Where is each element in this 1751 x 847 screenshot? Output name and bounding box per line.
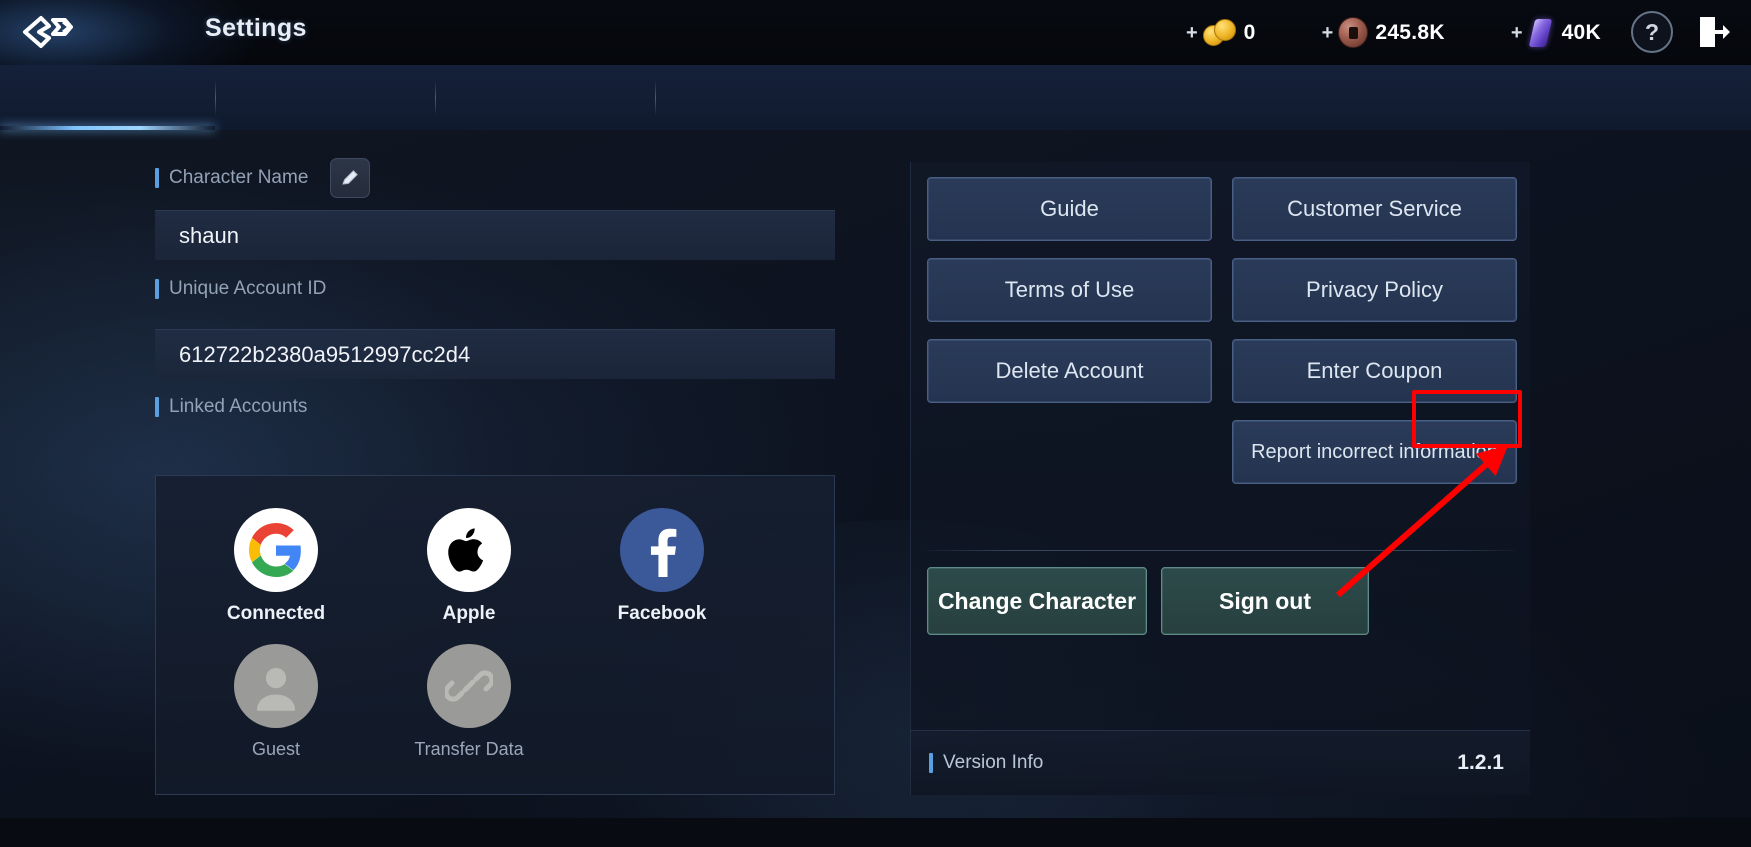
copper-stone-icon xyxy=(1338,17,1369,48)
unique-account-id-value[interactable]: 612722b2380a9512997cc2d4 xyxy=(155,329,835,379)
unique-account-id-label-row: Unique Account ID xyxy=(155,278,326,300)
version-info-value: 1.2.1 xyxy=(1457,751,1504,774)
character-name-label-row: Character Name xyxy=(155,158,371,198)
change-character-button[interactable]: Change Character xyxy=(927,567,1147,635)
coin-amount: 245.8K xyxy=(1375,20,1445,44)
account-details-panel: Character Name shaun Unique Account ID 6… xyxy=(0,130,880,847)
linked-account-guest-caption: Guest xyxy=(251,739,301,759)
tab-bar xyxy=(0,65,1751,130)
version-info-label-row: Version Info xyxy=(929,752,1043,774)
active-tab-underline xyxy=(0,126,215,130)
gold-coin-icon xyxy=(1202,18,1237,48)
linked-accounts-label: Linked Accounts xyxy=(169,396,308,417)
version-info-label: Version Info xyxy=(943,752,1044,773)
linked-accounts-label-row: Linked Accounts xyxy=(155,396,307,418)
currency-gold[interactable]: + 0 xyxy=(1186,0,1256,65)
guest-person-icon xyxy=(234,644,318,728)
coin-plus-label: + xyxy=(1321,21,1334,44)
apple-logo-icon xyxy=(427,508,511,592)
gold-plus-label: + xyxy=(1185,21,1198,44)
customer-service-button-label: Customer Service xyxy=(1287,196,1462,221)
label-accent-bar xyxy=(155,397,159,417)
currency-coin[interactable]: + 245.8K xyxy=(1322,0,1445,65)
settings-screen: Settings + 0 + 245.8K + 40K ? Character … xyxy=(0,0,1751,847)
enter-coupon-button[interactable]: Enter Coupon xyxy=(1232,339,1517,403)
facebook-logo-icon xyxy=(620,508,704,592)
label-accent-bar xyxy=(155,168,159,188)
question-mark-icon[interactable]: ? xyxy=(1631,11,1673,53)
terms-of-use-button[interactable]: Terms of Use xyxy=(927,258,1212,322)
report-incorrect-information-button-label: Report incorrect information xyxy=(1251,440,1498,463)
change-character-button-label: Change Character xyxy=(937,587,1137,614)
tab-separator-3 xyxy=(655,80,656,116)
terms-of-use-button-label: Terms of Use xyxy=(1004,277,1135,302)
bottom-letterbox xyxy=(0,818,1751,847)
character-name-value[interactable]: shaun xyxy=(155,210,835,260)
guide-button-label: Guide xyxy=(1040,196,1099,221)
crystal-amount: 40K xyxy=(1561,20,1601,44)
character-name-label: Character Name xyxy=(169,167,309,188)
linked-account-facebook-caption: Facebook xyxy=(617,603,707,624)
sign-out-button-label: Sign out xyxy=(1219,587,1311,614)
currency-bar: + 0 + 245.8K + 40K xyxy=(1186,0,1601,65)
google-logo-icon xyxy=(234,508,318,592)
label-accent-bar xyxy=(929,753,933,773)
linked-account-apple[interactable]: Apple xyxy=(409,508,529,625)
linked-account-apple-caption: Apple xyxy=(442,603,496,624)
linked-account-google[interactable]: Connected xyxy=(216,508,336,625)
linked-account-google-caption: Connected xyxy=(226,603,326,624)
sign-out-button[interactable]: Sign out xyxy=(1161,567,1369,635)
unique-account-id-label: Unique Account ID xyxy=(169,278,327,299)
enter-coupon-button-label: Enter Coupon xyxy=(1306,358,1443,383)
top-bar: Settings + 0 + 245.8K + 40K ? xyxy=(0,0,1751,65)
linked-account-facebook[interactable]: Facebook xyxy=(602,508,722,625)
privacy-policy-button-label: Privacy Policy xyxy=(1306,277,1443,302)
linked-account-transfer-caption: Transfer Data xyxy=(414,739,524,759)
linked-account-guest[interactable]: Guest xyxy=(216,644,336,760)
panel-divider xyxy=(927,550,1515,551)
account-actions-panel: Guide Customer Service Terms of Use Priv… xyxy=(910,162,1530,732)
customer-service-button[interactable]: Customer Service xyxy=(1232,177,1517,241)
linked-account-transfer[interactable]: Transfer Data xyxy=(409,644,529,760)
gold-amount: 0 xyxy=(1243,20,1256,44)
label-accent-bar xyxy=(155,279,159,299)
link-chain-icon xyxy=(427,644,511,728)
exit-door-icon[interactable] xyxy=(1691,10,1737,54)
version-info-bar: Version Info 1.2.1 xyxy=(910,730,1530,795)
tab-separator-1 xyxy=(215,80,216,116)
delete-account-button[interactable]: Delete Account xyxy=(927,339,1212,403)
pencil-edit-icon[interactable] xyxy=(330,158,371,198)
page-title: Settings xyxy=(205,14,307,42)
guide-button[interactable]: Guide xyxy=(927,177,1212,241)
delete-account-button-label: Delete Account xyxy=(995,358,1144,383)
report-incorrect-information-button[interactable]: Report incorrect information xyxy=(1232,420,1517,484)
linked-accounts-box: Connected Apple Facebook Guest Transfer … xyxy=(155,475,835,795)
tab-separator-2 xyxy=(435,80,436,116)
privacy-policy-button[interactable]: Privacy Policy xyxy=(1232,258,1517,322)
currency-crystal[interactable]: + 40K xyxy=(1511,0,1601,65)
purple-crystal-icon xyxy=(1528,18,1555,48)
game-logo-icon[interactable] xyxy=(18,8,80,56)
crystal-plus-label: + xyxy=(1510,21,1523,44)
